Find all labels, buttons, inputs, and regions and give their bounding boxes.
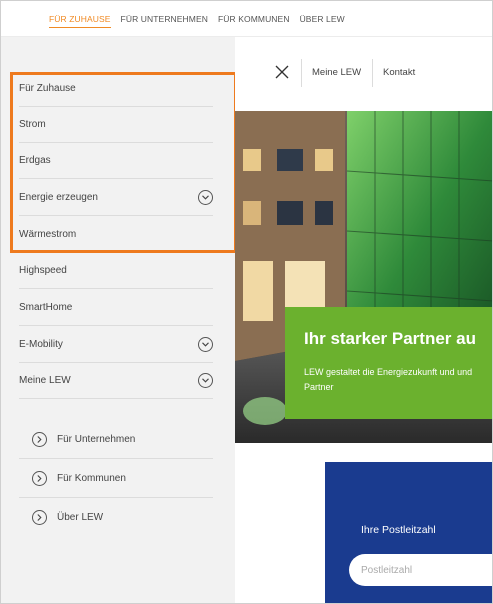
header-link-meine-lew[interactable]: Meine LEW bbox=[312, 67, 361, 78]
sidebar-section-label: Für Unternehmen bbox=[57, 434, 136, 445]
page-frame: FÜR ZUHAUSE FÜR UNTERNEHMEN FÜR KOMMUNEN… bbox=[0, 0, 493, 604]
hero-text: LEW gestaltet die Energiezukunft und und… bbox=[304, 367, 473, 392]
topnav-fuer-unternehmen[interactable]: FÜR UNTERNEHMEN bbox=[121, 14, 208, 28]
header-divider bbox=[372, 59, 373, 87]
topnav-fuer-zuhause[interactable]: FÜR ZUHAUSE bbox=[49, 14, 111, 28]
sidebar-item-e-mobility[interactable]: E-Mobility bbox=[19, 327, 213, 363]
chevron-right-icon bbox=[32, 432, 47, 447]
sidebar-item-energie-erzeugen[interactable]: Energie erzeugen bbox=[19, 180, 213, 216]
sidebar-section-label: Über LEW bbox=[57, 511, 104, 523]
sidebar-item-label: SmartHome bbox=[19, 302, 73, 313]
header-link-kontakt[interactable]: Kontakt bbox=[383, 67, 415, 78]
chevron-down-icon[interactable] bbox=[198, 190, 213, 205]
postcode-label: Ihre Postleitzahl bbox=[361, 524, 436, 536]
top-bar: FÜR ZUHAUSE FÜR UNTERNEHMEN FÜR KOMMUNEN… bbox=[1, 1, 492, 37]
sidebar-item-label: Meine LEW bbox=[19, 375, 71, 386]
close-icon[interactable] bbox=[275, 65, 289, 79]
chevron-right-icon bbox=[32, 471, 47, 486]
sidebar-item-smarthome[interactable]: SmartHome bbox=[19, 290, 213, 326]
topnav-ueber-lew[interactable]: ÜBER LEW bbox=[300, 14, 345, 28]
sidebar-section-fuer-unternehmen[interactable]: Für Unternehmen bbox=[19, 421, 213, 459]
topnav-fuer-kommunen[interactable]: FÜR KOMMUNEN bbox=[218, 14, 290, 28]
sidebar-section-label: Für Kommunen bbox=[57, 473, 126, 484]
top-nav: FÜR ZUHAUSE FÜR UNTERNEHMEN FÜR KOMMUNEN… bbox=[49, 14, 345, 28]
sidebar-item-erdgas[interactable]: Erdgas bbox=[19, 143, 213, 179]
sidebar-item-label: E-Mobility bbox=[19, 339, 63, 350]
header-divider bbox=[301, 59, 302, 87]
sidebar-section-ueber-lew[interactable]: Über LEW bbox=[19, 498, 213, 536]
sidebar-item-label: Für Zuhause bbox=[19, 83, 76, 94]
hero-teaser-box[interactable]: Ihr starker Partner au LEW gestaltet die… bbox=[285, 307, 492, 419]
sidebar-section-fuer-kommunen[interactable]: Für Kommunen bbox=[19, 460, 213, 498]
hero-title: Ihr starker Partner au bbox=[304, 329, 476, 348]
sidebar-item-label: Energie erzeugen bbox=[19, 192, 98, 203]
sidebar-item-highspeed[interactable]: Highspeed bbox=[19, 253, 213, 289]
sidebar-item-strom[interactable]: Strom bbox=[19, 107, 213, 143]
sidebar-item-label: Wärmestrom bbox=[19, 229, 77, 240]
sidebar-item-fuer-zuhause[interactable]: Für Zuhause bbox=[19, 71, 213, 107]
sidebar-item-meine-lew[interactable]: Meine LEW bbox=[19, 363, 213, 399]
postcode-input[interactable] bbox=[349, 554, 492, 586]
hero-image: Ihr starker Partner au LEW gestaltet die… bbox=[235, 111, 492, 443]
chevron-down-icon[interactable] bbox=[198, 373, 213, 388]
sidebar-item-label: Strom bbox=[19, 119, 46, 130]
sidebar-item-waermestrom[interactable]: Wärmestrom bbox=[19, 217, 213, 253]
chevron-right-icon bbox=[32, 509, 47, 525]
postcode-box: Ihre Postleitzahl bbox=[325, 462, 492, 603]
sidebar-item-label: Highspeed bbox=[19, 265, 67, 276]
sidebar-item-label: Erdgas bbox=[19, 155, 51, 166]
header-bar: Meine LEW Kontakt bbox=[235, 37, 492, 111]
chevron-down-icon[interactable] bbox=[198, 337, 213, 352]
